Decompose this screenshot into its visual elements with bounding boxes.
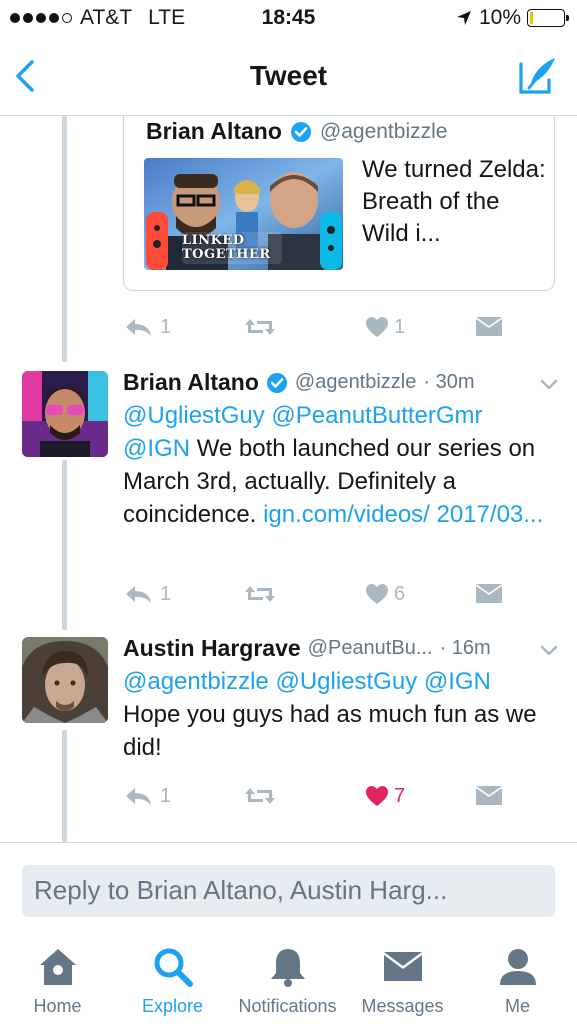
retweet-button[interactable] <box>243 781 277 811</box>
retweet-button[interactable] <box>243 312 277 342</box>
direct-message-button[interactable] <box>475 312 503 342</box>
retweet-icon <box>245 319 275 335</box>
tab-bar: Home Explore Notifications Messages Me <box>0 939 577 1024</box>
battery-fill <box>530 12 534 24</box>
thread-line <box>62 116 67 362</box>
quoted-tweet-card[interactable]: Brian Altano @agentbizzle LINKED TOGETHE… <box>123 116 555 291</box>
page-title: Tweet <box>249 60 328 91</box>
quoted-author-name: Brian Altano <box>146 118 282 144</box>
author-name[interactable]: Austin Hargrave <box>123 635 301 662</box>
tab-home[interactable]: Home <box>0 939 115 1024</box>
reply-button[interactable]: 1 <box>123 781 171 811</box>
verified-badge-icon <box>290 121 311 142</box>
retweet-icon <box>245 586 275 602</box>
verified-badge-icon <box>266 372 287 393</box>
like-count: 1 <box>394 315 406 338</box>
nav-bar: Tweet <box>0 38 577 116</box>
reply-count: 1 <box>160 784 172 807</box>
avatar[interactable] <box>22 637 108 723</box>
reply-icon <box>126 788 151 805</box>
tab-label: Explore <box>141 996 204 1016</box>
like-button[interactable]: 7 <box>365 781 405 811</box>
reply-composer: Reply to Brian Altano, Austin Harg... <box>0 843 577 939</box>
bell-icon <box>270 949 305 987</box>
reply-input[interactable]: Reply to Brian Altano, Austin Harg... <box>22 865 555 917</box>
author-handle: @PeanutBu... <box>307 637 433 659</box>
tweet-actions: 1 1 <box>123 312 523 342</box>
compose-icon[interactable] <box>517 54 559 96</box>
reply-count: 1 <box>160 582 172 605</box>
envelope-icon <box>476 584 502 603</box>
thread-line <box>62 460 67 630</box>
thread-line <box>62 730 67 842</box>
heart-icon <box>366 786 388 806</box>
avatar[interactable] <box>22 371 108 457</box>
location-arrow-icon <box>456 11 471 25</box>
tab-notifications[interactable]: Notifications <box>230 939 345 1024</box>
tweet-actions: 1 6 <box>123 579 523 609</box>
quoted-author-handle: @agentbizzle <box>319 119 448 143</box>
heart-icon <box>366 584 388 604</box>
quoted-tweet-text: We turned Zelda: Breath of the Wild i... <box>362 156 546 247</box>
retweet-icon <box>245 788 275 804</box>
like-count: 7 <box>394 784 406 807</box>
battery-icon <box>527 9 569 27</box>
home-icon <box>39 949 76 985</box>
tab-label: Notifications <box>238 996 337 1016</box>
status-right: 10% <box>455 6 569 30</box>
tab-me[interactable]: Me <box>460 939 575 1024</box>
url-link[interactable]: ign.com/videos/ 2017/03... <box>263 501 543 528</box>
like-button[interactable]: 1 <box>365 312 405 342</box>
chevron-down-icon[interactable] <box>539 640 559 660</box>
tweet-text: @agentbizzle @UgliestGuy @IGN Hope you g… <box>123 665 553 764</box>
tab-label: Me <box>504 996 530 1016</box>
thumbnail-title: LINKED TOGETHER <box>182 233 271 262</box>
mention-links[interactable]: @agentbizzle @UgliestGuy @IGN <box>123 668 491 695</box>
quoted-tweet-header: Brian Altano @agentbizzle <box>146 118 447 145</box>
envelope-icon <box>383 952 422 981</box>
retweet-button[interactable] <box>243 579 277 609</box>
tab-label: Home <box>33 996 82 1016</box>
tweet-timestamp: · 16m <box>439 637 491 659</box>
tweet-header: Austin Hargrave @PeanutBu... · 16m <box>123 635 491 662</box>
tweet-text-body: Hope you guys had as much fun as we did! <box>123 701 537 761</box>
reply-icon <box>126 586 151 603</box>
reply-count: 1 <box>160 315 172 338</box>
tab-messages[interactable]: Messages <box>345 939 460 1024</box>
reply-button[interactable]: 1 <box>123 579 171 609</box>
search-icon <box>154 948 193 987</box>
reply-icon <box>126 319 151 336</box>
tweet-actions: 1 7 <box>123 781 523 811</box>
envelope-icon <box>476 786 502 805</box>
tab-label: Messages <box>361 996 444 1016</box>
status-bar: AT&T LTE 18:45 10% <box>0 0 577 38</box>
heart-icon <box>366 317 388 337</box>
direct-message-button[interactable] <box>475 781 503 811</box>
reply-button[interactable]: 1 <box>123 312 171 342</box>
envelope-icon <box>476 317 502 336</box>
tweet-timestamp: · 30m <box>423 371 475 393</box>
direct-message-button[interactable] <box>475 579 503 609</box>
tab-explore[interactable]: Explore <box>115 939 230 1024</box>
like-button[interactable]: 6 <box>365 579 405 609</box>
quoted-tweet-thumbnail[interactable]: LINKED TOGETHER <box>144 158 343 270</box>
battery-percent: 10% <box>478 6 521 29</box>
tweet-header: Brian Altano @agentbizzle · 30m <box>123 369 475 396</box>
chevron-down-icon[interactable] <box>539 374 559 394</box>
author-name[interactable]: Brian Altano <box>123 369 259 396</box>
like-count: 6 <box>394 582 406 605</box>
author-handle: @agentbizzle <box>294 371 417 393</box>
person-icon <box>499 949 536 985</box>
tweet-text: @UgliestGuy @PeanutButterGmr @IGN We bot… <box>123 399 553 531</box>
